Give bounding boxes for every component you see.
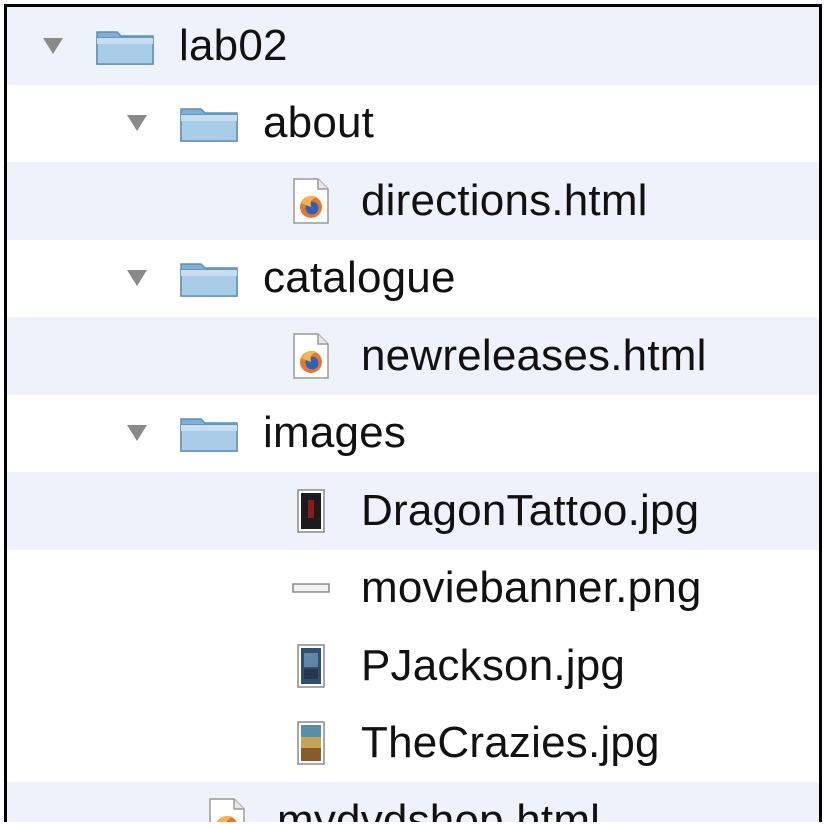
disclosure-triangle-icon[interactable] (127, 425, 147, 442)
file-tree-panel: lab02 about directions.html catalogue ne… (4, 4, 822, 822)
folder-icon (180, 418, 238, 452)
folder-icon (180, 263, 238, 297)
tree-item-label: mydvdshop.html (277, 795, 601, 822)
disclosure-triangle-icon[interactable] (127, 115, 147, 132)
image-thumbnail-icon (297, 489, 325, 533)
tree-row-newreleases-html[interactable]: newreleases.html (7, 317, 819, 395)
tree-item-label: lab02 (179, 20, 288, 70)
tree-row-directions-html[interactable]: directions.html (7, 162, 819, 240)
html-file-icon (293, 178, 329, 224)
disclosure-triangle-icon[interactable] (43, 37, 63, 54)
tree-item-label: moviebanner.png (361, 563, 702, 613)
tree-row-dragontattoo-jpg[interactable]: DragonTattoo.jpg (7, 472, 819, 550)
tree-item-label: newreleases.html (361, 330, 707, 380)
html-file-icon (209, 798, 245, 822)
disclosure-triangle-icon[interactable] (127, 270, 147, 287)
tree-item-label: catalogue (263, 253, 456, 303)
tree-row-mydvdshop-html[interactable]: mydvdshop.html (7, 782, 819, 822)
tree-row-moviebanner-png[interactable]: moviebanner.png (7, 550, 819, 628)
tree-item-label: PJackson.jpg (361, 640, 626, 690)
html-file-icon (293, 333, 329, 379)
tree-item-label: about (263, 98, 375, 148)
tree-item-label: DragonTattoo.jpg (361, 485, 700, 535)
image-thumbnail-icon (297, 644, 325, 688)
tree-row-images[interactable]: images (7, 395, 819, 473)
tree-row-catalogue[interactable]: catalogue (7, 240, 819, 318)
tree-item-label: directions.html (361, 175, 648, 225)
folder-icon (180, 108, 238, 142)
image-thumbnail-icon (297, 721, 325, 765)
tree-row-lab02[interactable]: lab02 (7, 7, 819, 85)
tree-row-about[interactable]: about (7, 85, 819, 163)
tree-item-label: TheCrazies.jpg (361, 718, 660, 768)
tree-row-pjackson-jpg[interactable]: PJackson.jpg (7, 627, 819, 705)
tree-row-thecrazies-jpg[interactable]: TheCrazies.jpg (7, 705, 819, 783)
tree-item-label: images (263, 408, 407, 458)
folder-icon (96, 31, 154, 65)
banner-thumbnail-icon (292, 583, 330, 593)
